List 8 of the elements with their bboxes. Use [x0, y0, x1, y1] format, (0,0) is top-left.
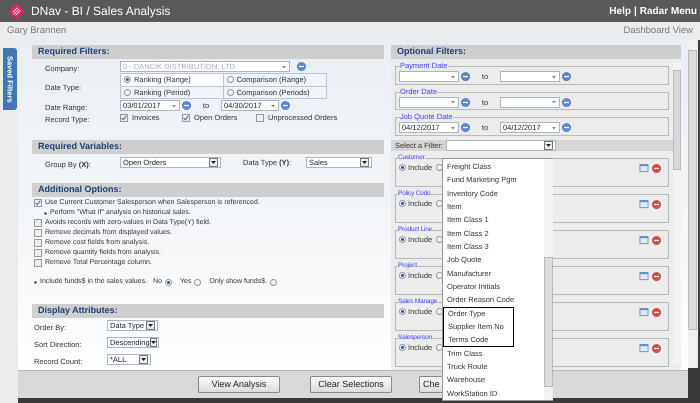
user-name: Gary Brannen	[7, 24, 66, 38]
section-title: Additional Options:	[38, 183, 122, 196]
link-separator: |	[634, 4, 637, 18]
section-title: Display Attributes:	[38, 304, 118, 318]
window-title: DNav - BI / Sales Analysis	[31, 3, 170, 20]
section-title: Required Variables:	[38, 140, 122, 154]
section-title: Required Filters:	[38, 45, 110, 58]
section-title: Optional Filters:	[397, 45, 466, 58]
